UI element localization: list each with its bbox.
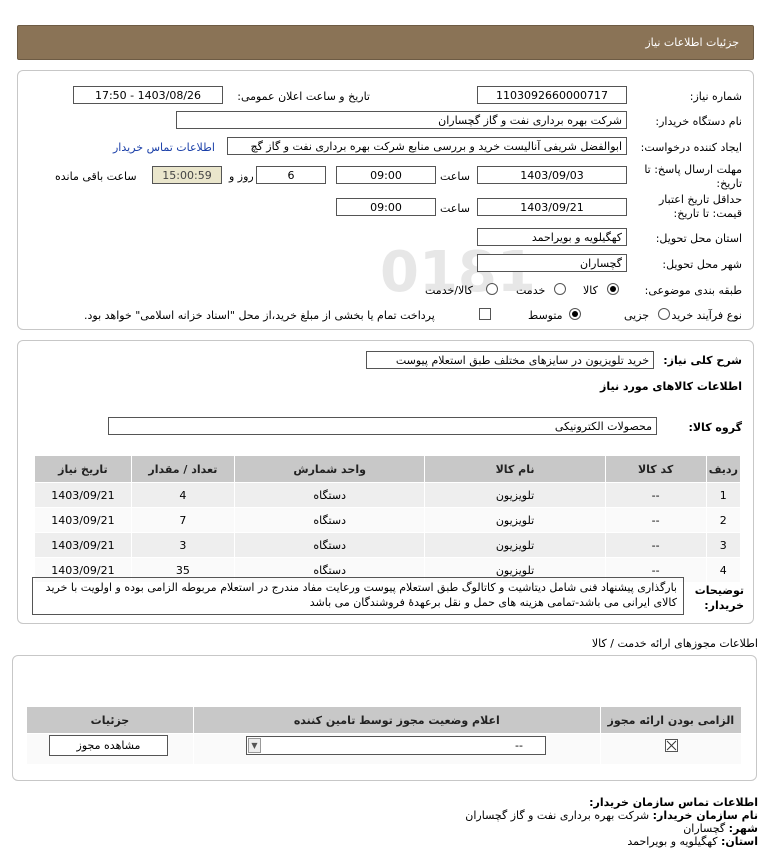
process-option-minor: جزیی (624, 309, 650, 322)
cell-row: 3 (705, 532, 742, 558)
remaining-label: ساعت باقی مانده (55, 170, 137, 183)
contact-province-label: استان: (721, 835, 758, 848)
category-label: طبقه بندی موضوعی: (644, 284, 742, 297)
col-unit: واحد شمارش (233, 455, 426, 483)
category-radio-goods[interactable] (607, 283, 619, 295)
permit-status-select[interactable]: ▼ -- (246, 736, 546, 755)
cell-unit: دستگاه (233, 482, 426, 508)
validity-time-label: ساعت (440, 202, 470, 215)
process-option-medium: متوسط (528, 309, 563, 322)
validity-time-field: 09:00 (336, 198, 436, 216)
need-number-field: 1103092660000717 (477, 86, 627, 104)
goods-info-title: اطلاعات کالاهای مورد نیاز (600, 380, 742, 393)
process-radio-medium[interactable] (569, 308, 581, 320)
creator-field: ابوالفضل شریفی آنالیست خرید و بررسی مناب… (227, 137, 627, 155)
creator-label: ایجاد کننده درخواست: (640, 141, 742, 154)
validity-label: حداقل تاریخ اعتبار قیمت: تا تاریخ: (658, 193, 742, 220)
contact-city-value: گچساران (683, 822, 726, 835)
col-need-date: تاریخ نیاز (34, 455, 132, 483)
col-code: کد کالا (604, 455, 707, 483)
cell-code: -- (604, 507, 707, 533)
announce-label: تاریخ و ساعت اعلان عمومی: (237, 90, 370, 103)
category-radio-both[interactable] (486, 283, 498, 295)
validity-date-field: 1403/09/21 (477, 198, 627, 216)
col-row: ردیف (705, 455, 742, 483)
cell-qty: 3 (130, 532, 235, 558)
category-radio-service[interactable] (554, 283, 566, 295)
city-label: شهر محل تحویل: (662, 258, 742, 271)
days-label: روز و (229, 170, 254, 183)
cell-unit: دستگاه (233, 532, 426, 558)
cell-row: 1 (705, 482, 742, 508)
table-row: 1403/09/21 7 دستگاه تلویزیون -- 2 (34, 507, 742, 533)
cell-row: 2 (705, 507, 742, 533)
cell-qty: 7 (130, 507, 235, 533)
cell-code: -- (604, 482, 707, 508)
province-label: استان محل تحویل: (655, 232, 742, 245)
contact-title: اطلاعات تماس سازمان خریدار: (589, 796, 758, 809)
col-permit-status: اعلام وضعیت مجوز توسط تامین کننده (192, 706, 601, 734)
deadline-time-label: ساعت (440, 170, 470, 183)
deadline-label: مهلت ارسال پاسخ: تا تاریخ: (644, 163, 742, 190)
permit-required-checkbox[interactable] (665, 739, 678, 752)
col-name: نام کالا (424, 455, 606, 483)
contact-province-value: کهگیلویه و بویراحمد (627, 835, 718, 848)
cell-date: 1403/09/21 (34, 532, 132, 558)
remaining-time-field: 15:00:59 (152, 166, 222, 184)
buyer-contact-link[interactable]: اطلاعات تماس خریدار (113, 141, 215, 154)
contact-org-label: نام سازمان خریدار: (652, 809, 758, 822)
select-arrow-icon: ▼ (248, 738, 261, 753)
contact-org-line: نام سازمان خریدار: شرکت بهره برداری نفت … (465, 809, 758, 822)
permits-table-header: جزئیات اعلام وضعیت مجوز توسط تامین کننده… (26, 706, 743, 734)
summary-label: شرح کلی نیاز: (663, 354, 742, 367)
buyer-notes-label: توضیحات خریدار: (694, 584, 744, 612)
cell-name: تلویزیون (424, 507, 606, 533)
contact-city-label: شهر: (728, 822, 758, 835)
col-details: جزئیات (26, 706, 194, 734)
cell-code: -- (604, 532, 707, 558)
goods-group-field: محصولات الکترونیکی (108, 417, 657, 435)
deadline-date-field: 1403/09/03 (477, 166, 627, 184)
goods-group-label: گروه کالا: (688, 421, 742, 434)
cell-qty: 4 (130, 482, 235, 508)
treasury-payment-checkbox[interactable] (479, 308, 491, 320)
table-row: 1403/09/21 3 دستگاه تلویزیون -- 3 (34, 532, 742, 558)
buyer-org-field: شرکت بهره برداری نفت و گاز گچساران (176, 111, 627, 129)
treasury-payment-note: پرداخت تمام یا بخشی از مبلغ خرید،از محل … (84, 309, 435, 322)
process-label: نوع فرآیند خرید : (664, 309, 742, 322)
category-option-both: کالا/خدمت (425, 284, 473, 297)
category-option-goods: کالا (583, 284, 598, 297)
buyer-notes-box: بارگذاری پیشنهاد فنی شامل دیتاشیت و کاتا… (32, 577, 684, 615)
cell-date: 1403/09/21 (34, 507, 132, 533)
category-option-service: خدمت (516, 284, 546, 297)
col-qty: تعداد / مقدار (130, 455, 235, 483)
cell-row: 4 (705, 557, 742, 583)
city-field: گچساران (477, 254, 627, 272)
process-radio-minor[interactable] (658, 308, 670, 320)
cell-name: تلویزیون (424, 532, 606, 558)
col-permit-required: الزامی بودن ارائه مجوز (599, 706, 743, 734)
view-permit-button[interactable]: مشاهده مجوز (49, 735, 168, 756)
page-title: جزئیات اطلاعات نیاز (645, 36, 739, 49)
permits-title: اطلاعات مجوزهای ارائه خدمت / کالا (591, 637, 758, 650)
contact-org-value: شرکت بهره برداری نفت و گاز گچساران (465, 809, 650, 822)
cell-date: 1403/09/21 (34, 482, 132, 508)
items-table: تاریخ نیاز تعداد / مقدار واحد شمارش نام … (34, 455, 742, 583)
table-row: 1403/09/21 4 دستگاه تلویزیون -- 1 (34, 482, 742, 508)
deadline-time-field: 09:00 (336, 166, 436, 184)
days-field: 6 (256, 166, 326, 184)
cell-name: تلویزیون (424, 482, 606, 508)
need-number-label: شماره نیاز: (689, 90, 742, 103)
contact-city-line: شهر: گچساران (683, 822, 758, 835)
announce-field: 1403/08/26 - 17:50 (73, 86, 223, 104)
items-table-header: تاریخ نیاز تعداد / مقدار واحد شمارش نام … (34, 455, 742, 483)
page-header: جزئیات اطلاعات نیاز (17, 25, 754, 60)
cross-icon (666, 740, 677, 751)
cell-unit: دستگاه (233, 507, 426, 533)
province-field: کهگیلویه و بویراحمد (477, 228, 627, 246)
summary-field: خرید تلویزیون در سایزهای مختلف طبق استعل… (366, 351, 654, 369)
permit-status-value: -- (515, 739, 523, 752)
buyer-org-label: نام دستگاه خریدار: (655, 115, 742, 128)
contact-province-line: استان: کهگیلویه و بویراحمد (627, 835, 758, 848)
